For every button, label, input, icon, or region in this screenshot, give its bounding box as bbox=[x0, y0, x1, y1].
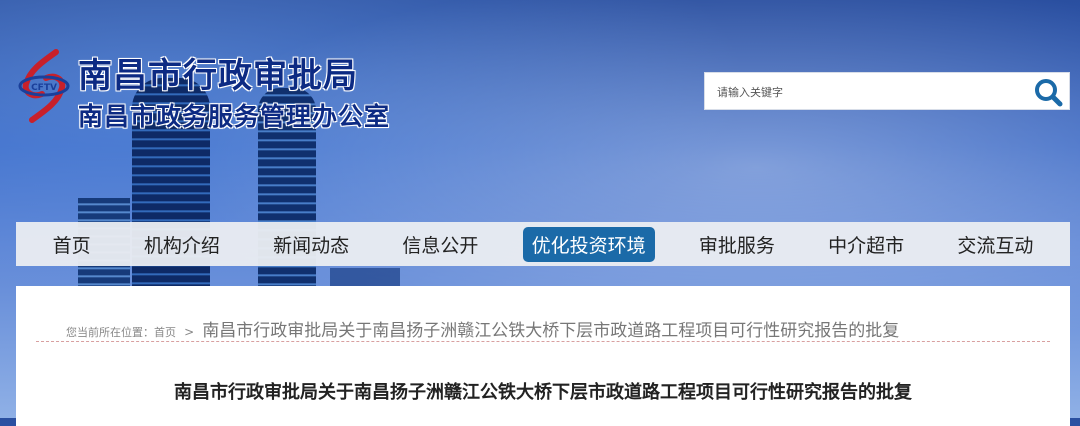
nav-item-intermediary-market[interactable]: 中介超市 bbox=[819, 227, 913, 262]
article-title: 南昌市行政审批局关于南昌扬子洲赣江公铁大桥下层市政道路工程项目可行性研究报告的批… bbox=[174, 382, 912, 403]
breadcrumb-separator: > bbox=[184, 325, 195, 339]
nav-item-investment-environment[interactable]: 优化投资环境 bbox=[522, 226, 655, 262]
logo-icon: CFTV bbox=[18, 49, 70, 123]
nav-item-approval-services[interactable]: 审批服务 bbox=[690, 227, 784, 262]
breadcrumb: 您当前所在位置：首页 > 南昌市行政审批局关于南昌扬子洲赣江公铁大桥下层市政道路… bbox=[66, 316, 899, 341]
breadcrumb-current: 南昌市行政审批局关于南昌扬子洲赣江公铁大桥下层市政道路工程项目可行性研究报告的批… bbox=[202, 321, 900, 341]
site-subtitle: 南昌市政务服务管理办公室 bbox=[78, 102, 391, 131]
search-input[interactable] bbox=[715, 73, 1019, 111]
search-box bbox=[704, 72, 1070, 111]
breadcrumb-prefix: 您当前所在位置： bbox=[66, 326, 154, 339]
nav-item-organization[interactable]: 机构介绍 bbox=[135, 227, 229, 262]
breadcrumb-home-link[interactable]: 首页 bbox=[154, 326, 176, 339]
svg-text:CFTV: CFTV bbox=[31, 83, 57, 93]
site-title: 南昌市行政审批局 bbox=[78, 56, 358, 96]
nav-item-interaction[interactable]: 交流互动 bbox=[948, 227, 1042, 262]
nav-item-news[interactable]: 新闻动态 bbox=[264, 227, 358, 262]
main-nav: 首页 机构介绍 新闻动态 信息公开 优化投资环境 审批服务 中介超市 交流互动 bbox=[16, 222, 1070, 266]
search-icon[interactable] bbox=[1033, 77, 1063, 107]
divider bbox=[36, 341, 1050, 342]
nav-item-public-info[interactable]: 信息公开 bbox=[393, 227, 487, 262]
content-panel: 您当前所在位置：首页 > 南昌市行政审批局关于南昌扬子洲赣江公铁大桥下层市政道路… bbox=[16, 286, 1070, 426]
nav-item-home[interactable]: 首页 bbox=[44, 227, 100, 262]
